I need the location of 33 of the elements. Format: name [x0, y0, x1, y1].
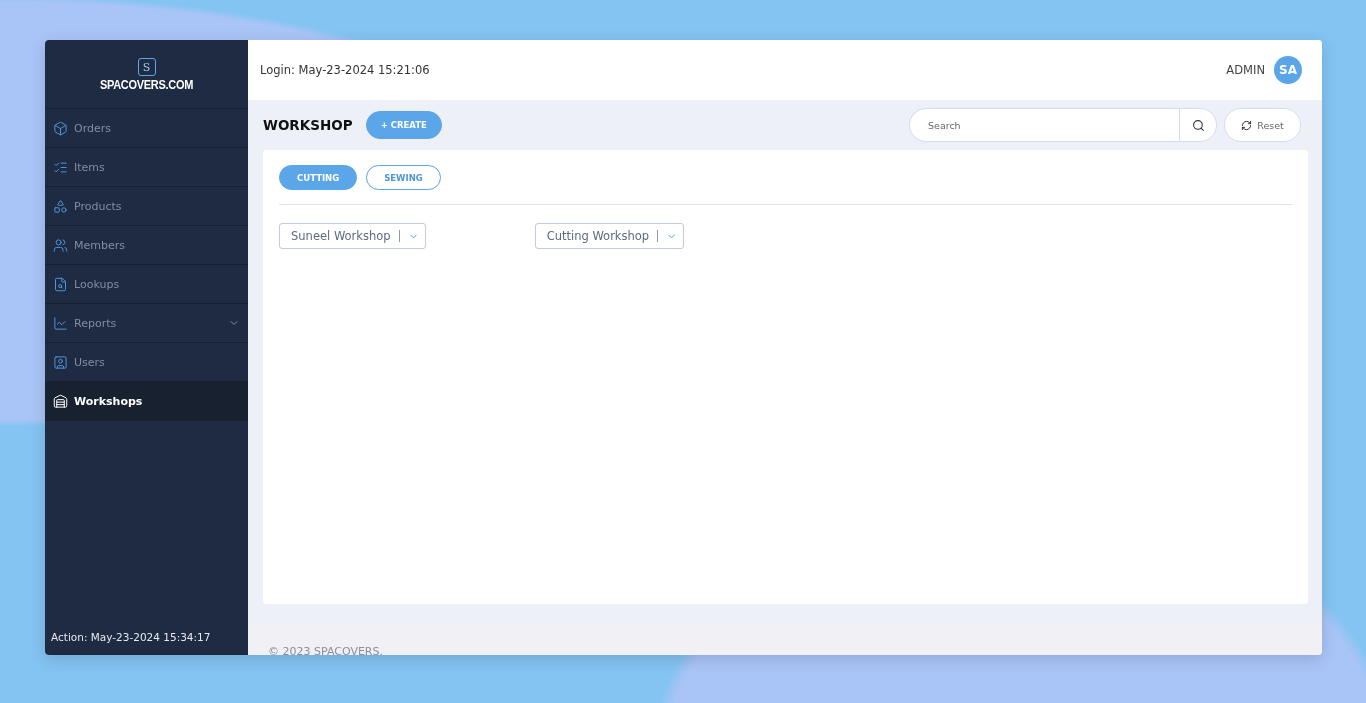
- copyright: © 2023 SPACOVERS.: [268, 646, 383, 655]
- workshop-select[interactable]: Suneel Workshop: [279, 223, 426, 249]
- sidebar-item[interactable]: Members: [45, 226, 248, 265]
- sidebar-item[interactable]: Workshops: [45, 382, 248, 421]
- sidebar-item[interactable]: Reports: [45, 304, 248, 343]
- create-button[interactable]: + CREATE: [365, 111, 442, 139]
- user-role: ADMIN: [1226, 63, 1265, 77]
- document-search-icon: [53, 276, 68, 292]
- sidebar-item[interactable]: Products: [45, 187, 248, 226]
- checklist-icon: [53, 159, 68, 175]
- tab[interactable]: SEWING: [366, 165, 441, 190]
- warehouse-icon: [53, 393, 68, 409]
- sidebar-item[interactable]: Orders: [45, 109, 248, 148]
- search-field[interactable]: Search: [909, 108, 1179, 142]
- refresh-icon: [1241, 119, 1253, 131]
- page-title: WORKSHOP: [263, 117, 353, 133]
- login-time: Login: May-23-2024 15:21:06: [260, 63, 431, 77]
- last-action-time: Action: May-23-2024 15:34:17: [50, 631, 212, 645]
- people-icon: [53, 237, 68, 253]
- sidebar-item[interactable]: Items: [45, 148, 248, 187]
- logo-mark: S: [137, 58, 156, 76]
- workshop-select[interactable]: Cutting Workshop: [534, 223, 685, 249]
- user-avatar[interactable]: SA: [1274, 56, 1302, 84]
- reset-button[interactable]: Reset: [1224, 108, 1301, 142]
- user-card-icon: [53, 354, 68, 370]
- search-button[interactable]: [1179, 108, 1217, 142]
- search-icon: [1191, 118, 1205, 132]
- tab[interactable]: CUTTING: [279, 165, 358, 190]
- shapes-icon: [53, 198, 68, 214]
- brand-name: SPACOVERS.COM: [99, 76, 194, 92]
- sidebar-item[interactable]: Lookups: [45, 265, 248, 304]
- chart-icon: [53, 315, 68, 331]
- box-icon: [53, 120, 68, 136]
